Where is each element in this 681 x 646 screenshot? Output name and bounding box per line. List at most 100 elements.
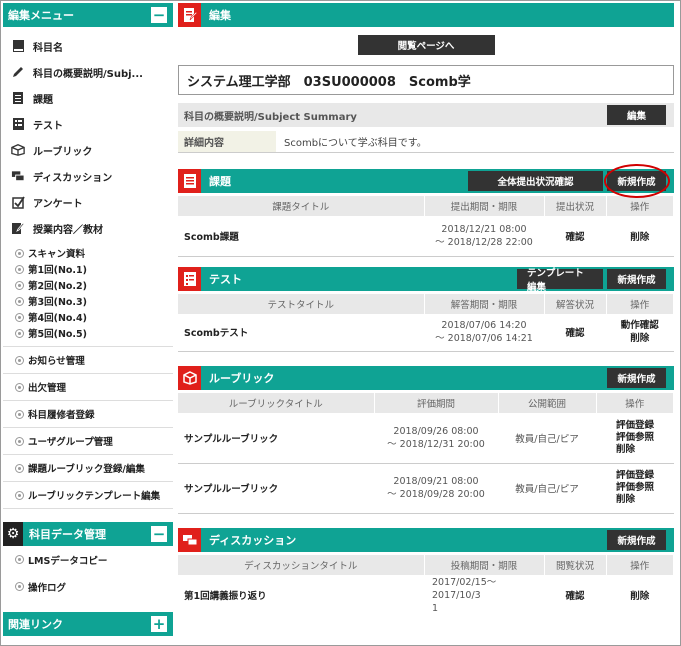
period-start: 2018/12/21 08:00 (441, 223, 527, 235)
sidebar-subitem-label: 第1回(No.1) (28, 265, 87, 276)
sidebar-item-notices[interactable]: お知らせ管理 (3, 347, 173, 374)
sidebar-item-lms-copy[interactable]: LMSデータコピー (3, 546, 173, 573)
table-row: サンプルルーブリック 2018/09/26 08:00 ～ 2018/12/31… (178, 413, 674, 464)
tests-buttons: テンプレート編集 新規作成 (517, 268, 666, 293)
bullet-icon (15, 328, 24, 338)
sidebar-subitem-no1[interactable]: 第1回(No.1) (3, 261, 173, 277)
sidebar-subitem-label: スキャン資料 (28, 249, 86, 260)
tests-section-title: テスト (209, 272, 242, 286)
sidebar-item-course-name[interactable]: 科目名 (3, 33, 173, 59)
sidebar-item-label: LMSデータコピー (28, 555, 108, 567)
collapse-icon[interactable]: − (151, 526, 167, 542)
column-header: 操作 (606, 196, 674, 216)
assignments-table: 課題タイトル 提出期間・期限 提出状況 操作 Scomb課題 2018/12/2… (178, 196, 674, 257)
table-header-row: テストタイトル 解答期間・期限 解答状況 操作 (178, 293, 674, 314)
assignment-title[interactable]: Scomb課題 (178, 216, 424, 257)
rubric-ops: 評価登録 評価参照 削除 (596, 413, 674, 464)
test-operation-check-link[interactable]: 動作確認 (607, 319, 673, 332)
rubrics-section-header: ルーブリック 新規作成 (178, 366, 674, 390)
sidebar-item-survey[interactable]: アンケート (3, 189, 173, 215)
collapse-icon[interactable]: − (151, 7, 167, 23)
sidebar-subitem-label: 第4回(No.4) (28, 313, 87, 324)
column-header: 解答期間・期限 (424, 293, 545, 314)
assignment-delete-link[interactable]: 削除 (606, 216, 674, 257)
sidebar-item-summary[interactable]: 科目の概要説明/Subj... (3, 59, 173, 85)
bullet-icon (15, 555, 24, 564)
related-links-title: 関連リンク (8, 618, 63, 631)
sidebar-item-user-groups[interactable]: ユーザグループ管理 (3, 428, 173, 455)
rubric-register-link[interactable]: 評価登録 (616, 470, 673, 482)
sidebar-item-attendance[interactable]: 出欠管理 (3, 374, 173, 401)
column-header: 評価期間 (374, 393, 499, 413)
rubric-reference-link[interactable]: 評価参照 (616, 482, 673, 494)
discussion-icon (178, 527, 201, 552)
period-end: 1 (432, 602, 439, 614)
rubric-reference-link[interactable]: 評価参照 (616, 432, 673, 444)
template-edit-button[interactable]: テンプレート編集 (517, 268, 603, 293)
sidebar-subitem-label: 第2回(No.2) (28, 281, 87, 292)
course-data-title-wrap: ⚙ 科目データ管理 (3, 522, 106, 546)
discussion-status-link[interactable]: 確認 (544, 575, 606, 616)
rubric-title[interactable]: サンプルルーブリック (178, 463, 374, 514)
rubric-register-link[interactable]: 評価登録 (616, 420, 673, 432)
discussion-delete-link[interactable]: 削除 (606, 575, 674, 616)
assignment-status-link[interactable]: 確認 (544, 216, 606, 257)
checkbox-icon (11, 195, 25, 209)
bullet-icon (15, 264, 24, 274)
column-header: 公開範囲 (498, 393, 597, 413)
test-status-link[interactable]: 確認 (544, 313, 606, 352)
sidebar-item-enrollment[interactable]: 科目履修者登録 (3, 401, 173, 428)
sidebar-item-assignments[interactable]: 課題 (3, 85, 173, 111)
sidebar-item-rubric-template[interactable]: ルーブリックテンプレート編集 (3, 482, 173, 509)
sidebar-subitem-no4[interactable]: 第4回(No.4) (3, 309, 173, 325)
gear-icon: ⚙ (3, 522, 23, 546)
sidebar-subitem-no5[interactable]: 第5回(No.5) (3, 325, 173, 341)
rubric-new-button[interactable]: 新規作成 (607, 368, 666, 388)
rubric-ops: 評価登録 評価参照 削除 (596, 463, 674, 514)
sidebar-item-operation-log[interactable]: 操作ログ (3, 573, 173, 600)
table-header-row: 課題タイトル 提出期間・期限 提出状況 操作 (178, 196, 674, 216)
view-page-button[interactable]: 閲覧ページへ (357, 35, 495, 55)
rubric-delete-link[interactable]: 削除 (616, 444, 673, 456)
sidebar-subitem-no3[interactable]: 第3回(No.3) (3, 293, 173, 309)
sidebar-item-assignment-rubric[interactable]: 課題ルーブリック登録/編集 (3, 455, 173, 482)
sidebar-subitem-scan[interactable]: スキャン資料 (3, 245, 173, 261)
sidebar-item-label: 出欠管理 (28, 383, 67, 394)
course-title-box: システム理工学部 03SU000008 Scomb学 (178, 65, 674, 95)
sidebar-item-discussions[interactable]: ディスカッション (3, 163, 173, 189)
period-end: ～ 2018/12/31 20:00 (387, 438, 485, 450)
rubric-title[interactable]: サンプルルーブリック (178, 413, 374, 464)
submission-status-button[interactable]: 全体提出状況確認 (468, 171, 603, 191)
sidebar-item-label: ルーブリック (33, 146, 93, 158)
discussion-title[interactable]: 第1回講義振り返り (178, 575, 424, 616)
period-start: 2018/09/21 08:00 (393, 476, 479, 487)
column-header: 提出期間・期限 (424, 196, 545, 216)
rubric-icon (178, 366, 201, 390)
rubrics-buttons: 新規作成 (607, 368, 666, 388)
column-header: ルーブリックタイトル (178, 393, 375, 413)
sidebar-item-rubrics[interactable]: ルーブリック (3, 137, 173, 163)
period-start: 2017/02/15～2017/10/3 (432, 576, 497, 601)
rubric-scope: 教員/自己/ピア (498, 413, 596, 464)
edit-document-icon (11, 221, 25, 235)
rubric-delete-link[interactable]: 削除 (616, 494, 673, 506)
assignment-period: 2018/12/21 08:00 ～ 2018/12/28 22:00 (424, 216, 544, 257)
test-new-button[interactable]: 新規作成 (607, 268, 666, 289)
edit-section-title: 編集 (209, 9, 231, 22)
expand-icon[interactable]: + (151, 616, 167, 632)
summary-edit-button[interactable]: 編集 (607, 105, 666, 125)
sidebar-item-label: お知らせ管理 (28, 356, 85, 367)
rubric-period: 2018/09/26 08:00 ～ 2018/12/31 20:00 (374, 413, 498, 464)
test-delete-link[interactable]: 削除 (607, 332, 673, 345)
sidebar-item-materials[interactable]: 授業内容／教材 (3, 215, 173, 241)
edit-icon (178, 3, 201, 27)
rubrics-table: ルーブリックタイトル 評価期間 公開範囲 操作 サンプルルーブリック 2018/… (178, 393, 674, 514)
sidebar-item-tests[interactable]: テスト (3, 111, 173, 137)
table-header-row: ディスカッションタイトル 投稿期間・期限 閲覧状況 操作 (178, 554, 674, 575)
test-title[interactable]: Scombテスト (178, 313, 424, 352)
period-start: 2018/09/26 08:00 (393, 425, 479, 437)
bullet-icon (15, 409, 24, 419)
discussion-new-button[interactable]: 新規作成 (607, 529, 666, 550)
table-header-row: ルーブリックタイトル 評価期間 公開範囲 操作 (178, 393, 674, 413)
sidebar-subitem-no2[interactable]: 第2回(No.2) (3, 277, 173, 293)
